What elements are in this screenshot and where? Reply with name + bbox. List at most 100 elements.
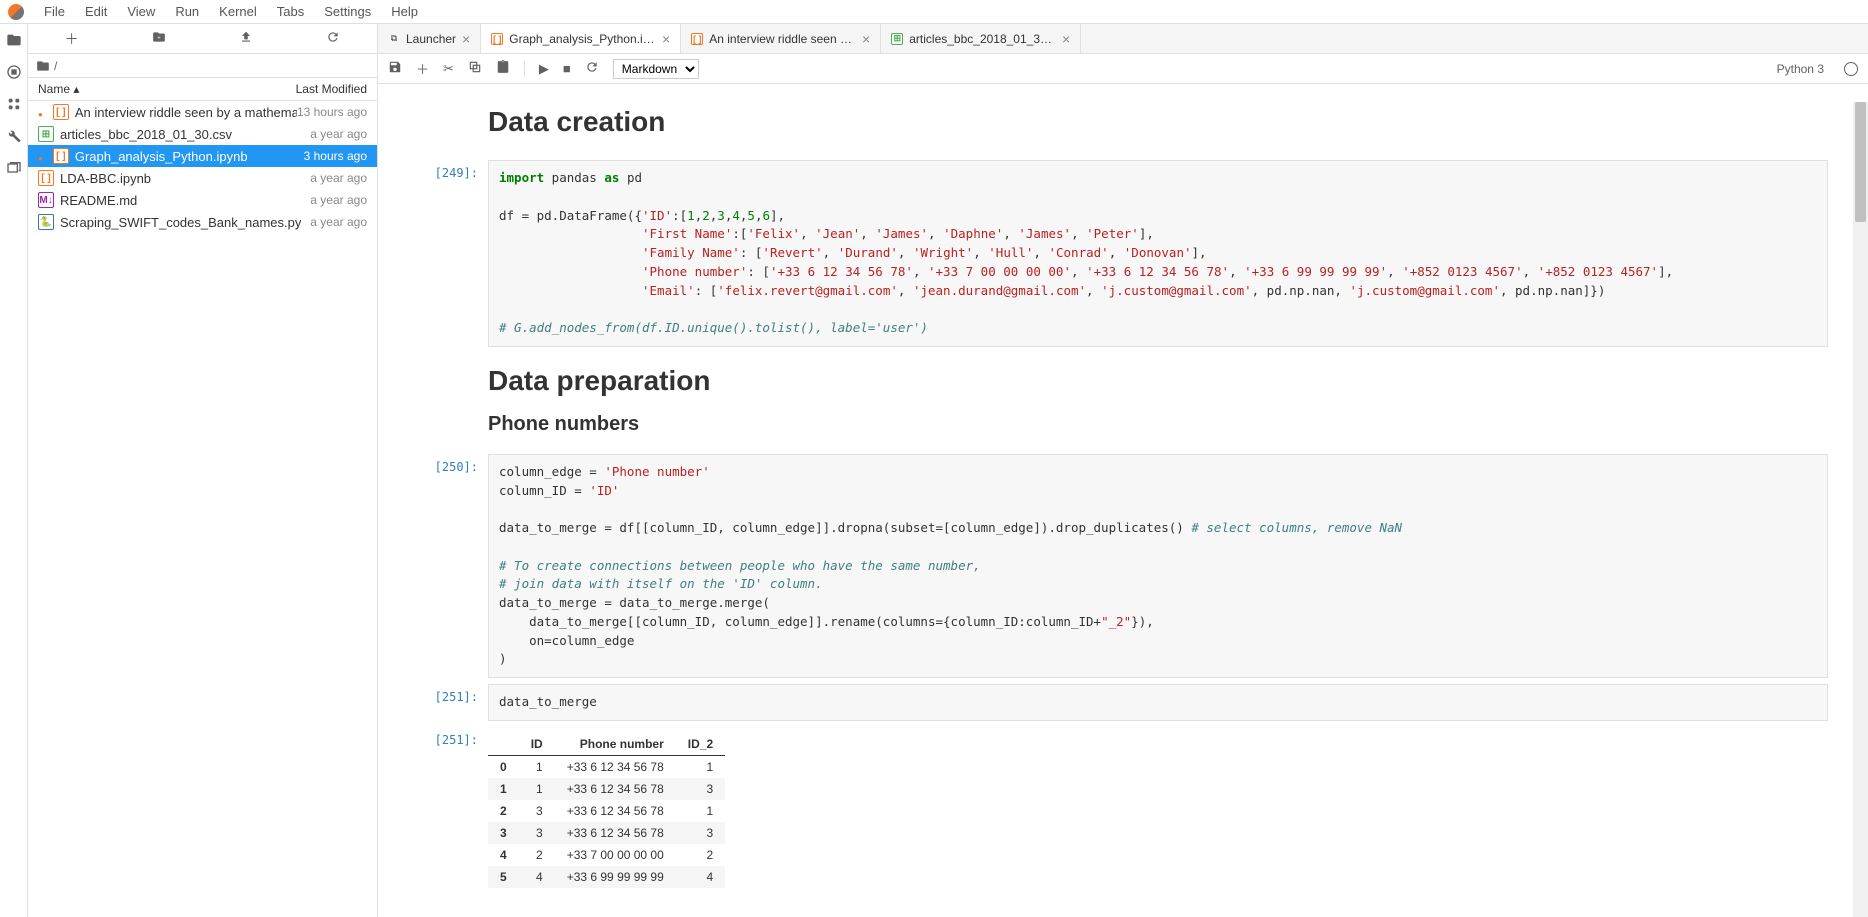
- run-icon[interactable]: ▶: [539, 61, 549, 77]
- md-icon: M↓: [38, 192, 54, 208]
- table-cell: 3: [488, 822, 519, 844]
- tab[interactable]: ⊞articles_bbc_2018_01_30.csv×: [881, 24, 1081, 53]
- tabs-icon[interactable]: [6, 160, 22, 176]
- table-cell: +33 6 12 34 56 78: [555, 800, 676, 822]
- folder-icon[interactable]: [6, 32, 22, 48]
- separator: [524, 61, 525, 77]
- menu-help[interactable]: Help: [381, 2, 428, 21]
- nb-icon: [ ]: [53, 148, 69, 164]
- file-name: Graph_analysis_Python.ipynb: [75, 149, 248, 164]
- commands-icon[interactable]: [6, 96, 22, 112]
- menu-kernel[interactable]: Kernel: [209, 2, 267, 21]
- table-cell: +33 6 12 34 56 78: [555, 755, 676, 778]
- table-cell: 3: [676, 778, 725, 800]
- file-modified: 3 hours ago: [304, 149, 367, 163]
- file-row[interactable]: [ ]LDA-BBC.ipynba year ago: [28, 167, 377, 189]
- code-input[interactable]: column_edge = 'Phone number' column_ID =…: [488, 454, 1828, 678]
- col-modified[interactable]: Last Modified: [296, 82, 367, 96]
- menu-edit[interactable]: Edit: [75, 2, 117, 21]
- cell-prompt: [418, 353, 488, 448]
- celltype-select[interactable]: Markdown: [613, 59, 699, 79]
- kernel-name[interactable]: Python 3: [1777, 62, 1824, 76]
- table-row: 33+33 6 12 34 56 783: [488, 822, 725, 844]
- stop-icon[interactable]: ■: [563, 61, 571, 76]
- paste-icon[interactable]: [496, 60, 510, 77]
- table-header: ID: [519, 733, 555, 756]
- menubar: File Edit View Run Kernel Tabs Settings …: [0, 0, 1868, 24]
- output-cell: [251]: IDPhone numberID_201+33 6 12 34 5…: [418, 727, 1828, 888]
- code-input[interactable]: import pandas as pd df = pd.DataFrame({'…: [488, 160, 1828, 347]
- file-modified: a year ago: [310, 193, 367, 207]
- file-modified: 13 hours ago: [297, 105, 367, 119]
- close-icon[interactable]: ×: [462, 31, 470, 47]
- breadcrumb[interactable]: /: [28, 54, 377, 78]
- add-cell-icon[interactable]: ＋: [416, 59, 429, 78]
- menu-run[interactable]: Run: [165, 2, 209, 21]
- code-cell[interactable]: [251]: data_to_merge: [418, 684, 1828, 721]
- table-header: [488, 733, 519, 756]
- scrollbar-thumb[interactable]: [1855, 102, 1866, 222]
- code-input[interactable]: data_to_merge: [488, 684, 1828, 721]
- tab[interactable]: ⧉ Launcher ×: [378, 24, 481, 53]
- tab[interactable]: [ ] Graph_analysis_Python.ipynb ×: [481, 24, 681, 53]
- menu-view[interactable]: View: [117, 2, 165, 21]
- heading-phone-numbers: Phone numbers: [488, 413, 1828, 436]
- cell-prompt: [250]:: [418, 454, 488, 678]
- col-name[interactable]: Name ▴: [38, 82, 79, 96]
- table-cell: 0: [488, 755, 519, 778]
- file-row[interactable]: [ ] Graph_analysis_Python.ipynb 3 hours ag…: [28, 145, 377, 167]
- vertical-scrollbar[interactable]: [1853, 102, 1868, 917]
- breadcrumb-folder-icon: [36, 59, 50, 73]
- wrench-icon[interactable]: [6, 128, 22, 144]
- menu-file[interactable]: File: [34, 2, 75, 21]
- notebook-icon: [ ]: [691, 33, 703, 45]
- markdown-cell[interactable]: Data preparation Phone numbers: [418, 353, 1828, 448]
- close-icon[interactable]: ×: [662, 31, 670, 47]
- file-row[interactable]: ⊞articles_bbc_2018_01_30.csva year ago: [28, 123, 377, 145]
- file-modified: a year ago: [310, 127, 367, 141]
- new-folder-icon[interactable]: +: [152, 30, 166, 47]
- table-cell: 1: [519, 778, 555, 800]
- notebook-icon: [ ]: [491, 33, 503, 45]
- file-name: Scraping_SWIFT_codes_Bank_names.py: [60, 215, 301, 230]
- code-cell[interactable]: [249]: import pandas as pd df = pd.DataF…: [418, 160, 1828, 347]
- menu-settings[interactable]: Settings: [314, 2, 381, 21]
- file-row[interactable]: M↓README.mda year ago: [28, 189, 377, 211]
- tab-label: Graph_analysis_Python.ipynb: [509, 32, 656, 46]
- tab-label: An interview riddle seen by .: [709, 32, 856, 46]
- sort-asc-icon: ▴: [73, 82, 79, 96]
- restart-icon[interactable]: [585, 60, 599, 77]
- heading-data-creation: Data creation: [488, 106, 1828, 138]
- breadcrumb-path: /: [54, 59, 57, 73]
- menu-tabs[interactable]: Tabs: [267, 2, 314, 21]
- markdown-cell[interactable]: Data creation: [418, 94, 1828, 154]
- close-icon[interactable]: ×: [1062, 31, 1070, 47]
- tab-label: Launcher: [406, 32, 456, 46]
- table-row: 23+33 6 12 34 56 781: [488, 800, 725, 822]
- copy-icon[interactable]: [468, 60, 482, 77]
- upload-icon[interactable]: [239, 30, 253, 47]
- notebook-body[interactable]: Data creation [249]: import pandas as pd…: [378, 84, 1868, 917]
- launcher-icon: ⧉: [388, 33, 400, 45]
- table-cell: 4: [488, 844, 519, 866]
- py-icon: 🐍: [38, 214, 54, 230]
- table-cell: 3: [519, 822, 555, 844]
- save-icon[interactable]: [388, 60, 402, 77]
- table-header: ID_2: [676, 733, 725, 756]
- file-row[interactable]: 🐍 Scraping_SWIFT_codes_Bank_names.py a yea…: [28, 211, 377, 233]
- running-icon[interactable]: [6, 64, 22, 80]
- new-launcher-icon[interactable]: ＋: [65, 29, 79, 49]
- app-root: File Edit View Run Kernel Tabs Settings …: [0, 0, 1868, 917]
- table-cell: +33 7 00 00 00 00: [555, 844, 676, 866]
- table-cell: 1: [676, 800, 725, 822]
- kernel-indicator-icon[interactable]: [1844, 62, 1858, 76]
- file-row[interactable]: [ ]An interview riddle seen by a mathema…: [28, 101, 377, 123]
- tab[interactable]: [ ] An interview riddle seen by . ×: [681, 24, 881, 53]
- file-modified: a year ago: [310, 215, 367, 229]
- close-icon[interactable]: ×: [862, 31, 870, 47]
- main-area: ＋ + / Name ▴ Last Modified [ ]An intervi…: [0, 24, 1868, 917]
- refresh-icon[interactable]: [326, 30, 340, 47]
- cell-prompt: [251]:: [418, 727, 488, 888]
- cut-icon[interactable]: ✂: [443, 61, 454, 77]
- code-cell[interactable]: [250]: column_edge = 'Phone number' colu…: [418, 454, 1828, 678]
